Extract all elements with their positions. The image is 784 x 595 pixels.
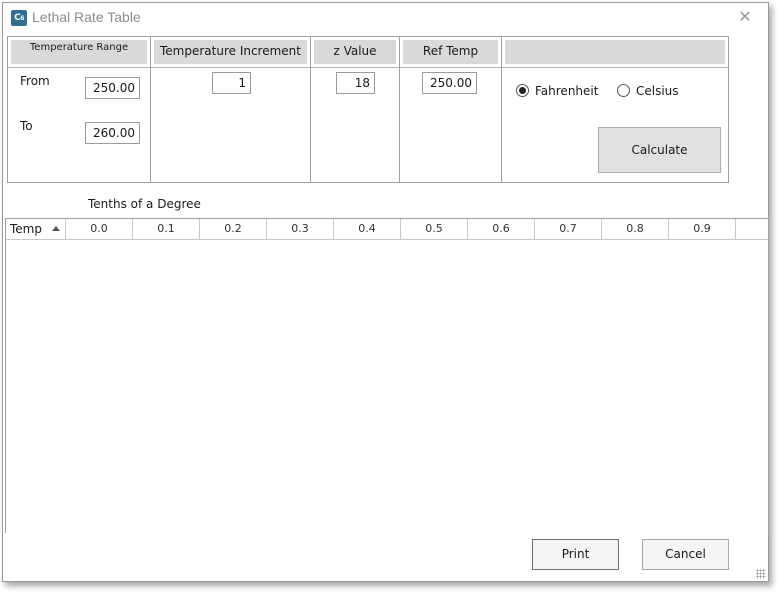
column-header-0-1[interactable]: 0.1	[133, 219, 200, 239]
grid-body[interactable]	[6, 240, 768, 533]
column-header-0-8[interactable]: 0.8	[602, 219, 669, 239]
temperature-increment-panel: Temperature Increment 1	[151, 37, 311, 182]
units-panel: Fahrenheit Celsius Calculate	[502, 37, 728, 182]
temperature-range-panel: Temperature Range From 250.00 To 260.00	[8, 37, 151, 182]
temp-column-header[interactable]: Temp	[6, 219, 66, 239]
close-icon[interactable]: ✕	[734, 6, 756, 28]
temperature-range-header: Temperature Range	[11, 40, 147, 64]
column-header-0-3[interactable]: 0.3	[267, 219, 334, 239]
units-header	[505, 40, 725, 64]
divider	[502, 67, 728, 68]
celsius-radio[interactable]	[617, 84, 630, 97]
column-header-0-9[interactable]: 0.9	[669, 219, 736, 239]
divider	[311, 67, 399, 68]
grid-header-row: Temp 0.0 0.1 0.2 0.3 0.4 0.5 0.6 0.7 0.8…	[6, 219, 768, 240]
window-title: Lethal Rate Table	[32, 9, 141, 25]
ref-temp-header: Ref Temp	[403, 40, 498, 64]
to-label: To	[20, 119, 33, 133]
divider	[400, 67, 501, 68]
button-bar: Print Cancel	[3, 533, 768, 581]
fahrenheit-radio[interactable]	[516, 84, 529, 97]
z-value-header: z Value	[314, 40, 396, 64]
column-header-0-6[interactable]: 0.6	[468, 219, 535, 239]
column-header-0-0[interactable]: 0.0	[66, 219, 133, 239]
sort-ascending-icon	[52, 226, 60, 231]
celsius-label[interactable]: Celsius	[636, 84, 679, 98]
divider	[8, 67, 150, 68]
temperature-increment-header: Temperature Increment	[154, 40, 307, 64]
temp-column-label: Temp	[10, 222, 42, 236]
column-header-0-2[interactable]: 0.2	[200, 219, 267, 239]
column-header-0-4[interactable]: 0.4	[334, 219, 401, 239]
print-button[interactable]: Print	[532, 539, 619, 570]
resize-grip-icon[interactable]	[756, 569, 766, 579]
lethal-rate-window: C6 Lethal Rate Table ✕ Temperature Range…	[2, 2, 769, 582]
app-logo-icon: C6	[11, 10, 27, 26]
ref-temp-input[interactable]: 250.00	[422, 72, 477, 94]
from-input[interactable]: 250.00	[85, 77, 140, 99]
fahrenheit-label[interactable]: Fahrenheit	[535, 84, 598, 98]
parameters-panel: Temperature Range From 250.00 To 260.00 …	[7, 36, 729, 183]
divider	[151, 67, 310, 68]
cancel-button[interactable]: Cancel	[642, 539, 729, 570]
column-header-0-7[interactable]: 0.7	[535, 219, 602, 239]
to-input[interactable]: 260.00	[85, 122, 140, 144]
title-bar: C6 Lethal Rate Table ✕	[3, 3, 768, 33]
z-value-input[interactable]: 18	[336, 72, 375, 94]
from-label: From	[20, 74, 50, 88]
column-header-0-5[interactable]: 0.5	[401, 219, 468, 239]
ref-temp-panel: Ref Temp 250.00	[400, 37, 502, 182]
tenths-caption: Tenths of a Degree	[88, 197, 201, 211]
calculate-button[interactable]: Calculate	[598, 127, 721, 173]
increment-input[interactable]: 1	[212, 72, 251, 94]
z-value-panel: z Value 18	[311, 37, 400, 182]
lethal-rate-grid: Temp 0.0 0.1 0.2 0.3 0.4 0.5 0.6 0.7 0.8…	[5, 218, 769, 533]
